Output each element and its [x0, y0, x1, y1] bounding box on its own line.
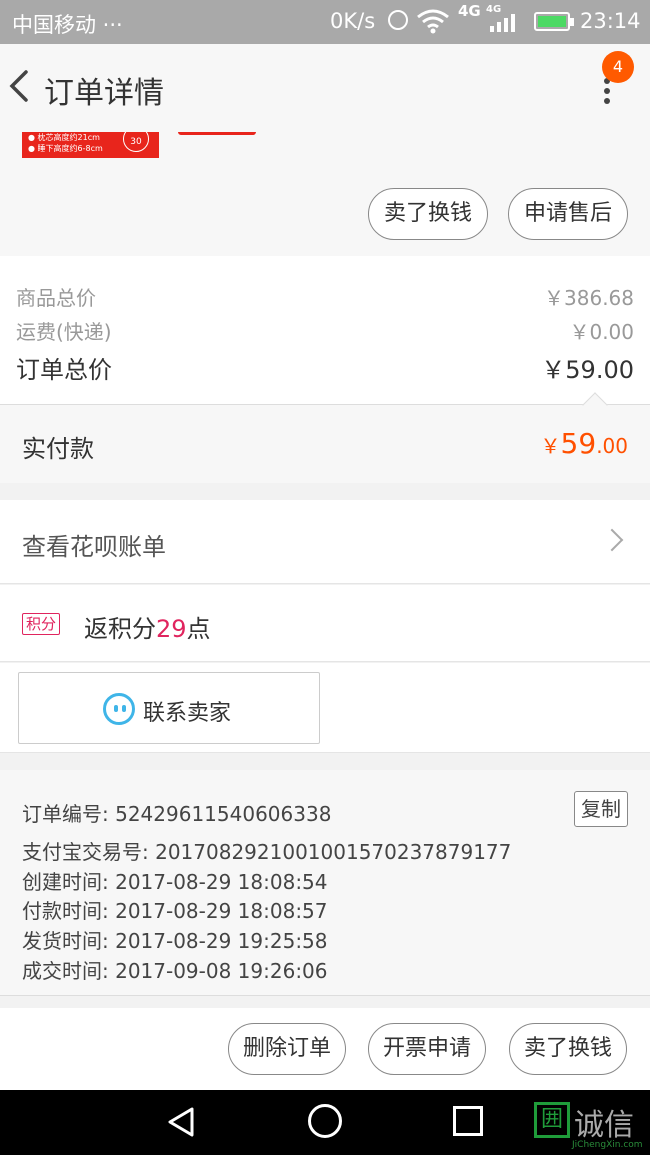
shipping-row: 运费(快递) ￥0.00 [16, 316, 634, 345]
invoice-request-button[interactable]: 开票申请 [368, 1023, 486, 1075]
order-number: 订单编号: 52429611540606338 [22, 802, 332, 826]
network-type: 4G [458, 2, 481, 20]
page-title: 订单详情 [44, 76, 164, 111]
back-arrow-icon[interactable] [6, 66, 34, 106]
paid-label: 实付款 [22, 435, 94, 463]
delete-order-button[interactable]: 删除订单 [228, 1023, 346, 1075]
points-tag: 积分 [22, 613, 61, 635]
wifi-icon [417, 9, 449, 34]
order-total-value: ￥59.00 [541, 356, 634, 384]
paid-amount-row: 实付款 ￥59.00 [0, 392, 650, 483]
points-text: 返积分29点 [84, 609, 211, 644]
watermark-logo-icon: 囲 [534, 1102, 570, 1138]
points-row: 积分 返积分29点 [0, 585, 650, 662]
order-total-row: 订单总价 ￥59.00 [16, 350, 634, 385]
signal-icon [490, 14, 516, 32]
nav-recent-apps-icon[interactable] [453, 1106, 483, 1136]
order-info: 订单编号: 52429611540606338 支付宝交易号: 20170829… [0, 770, 650, 996]
chevron-right-icon [600, 528, 624, 552]
alarm-icon [388, 10, 408, 30]
clock: 23:14 [580, 9, 641, 33]
after-sale-button[interactable]: 申请售后 [508, 188, 628, 240]
product-tag-fragment [178, 132, 256, 135]
shipped-time: 发货时间: 2017-08-29 19:25:58 [22, 929, 328, 953]
watermark-name: 诚信 [574, 1108, 634, 1143]
copy-button[interactable]: 复制 [574, 791, 628, 827]
points-prefix: 返积分 [84, 615, 156, 643]
system-nav-bar: 囲 诚信 JiChengXin.com [0, 1090, 650, 1155]
more-menu-icon[interactable] [598, 78, 616, 112]
battery-icon [534, 12, 574, 31]
goods-total-value: ￥386.68 [544, 286, 634, 310]
points-value: 29 [156, 615, 187, 643]
product-section: ● 枕芯高度约21cm ● 睡下高度约6-8cm 30 卖了换钱 申请售后 [0, 132, 650, 256]
contact-seller-button[interactable]: 联系卖家 [18, 672, 320, 744]
product-thumbnail[interactable]: ● 枕芯高度约21cm ● 睡下高度约6-8cm 30 [22, 132, 159, 158]
paid-currency: ￥ [540, 434, 561, 458]
carrier-label: 中国移动 ··· [12, 13, 123, 37]
network-speed: 0K/s [330, 9, 376, 33]
contact-seller-label: 联系卖家 [143, 701, 232, 726]
points-suffix: 点 [186, 615, 211, 643]
paid-time: 付款时间: 2017-08-29 18:08:57 [22, 899, 328, 923]
nav-back-icon[interactable] [166, 1106, 196, 1138]
huabei-bill-row[interactable]: 查看花呗账单 [0, 500, 650, 584]
chat-bubble-icon [103, 693, 135, 725]
paid-integer: 59 [560, 427, 597, 460]
order-total-label: 订单总价 [16, 356, 112, 384]
notification-badge: 4 [602, 51, 634, 83]
paid-decimal: .00 [596, 434, 628, 458]
huabei-label: 查看花呗账单 [22, 533, 166, 561]
sell-button[interactable]: 卖了换钱 [368, 188, 488, 240]
contact-section: 联系卖家 [0, 663, 650, 753]
watermark: 囲 诚信 JiChengXin.com [532, 1098, 650, 1155]
bottom-action-bar: 删除订单 开票申请 卖了换钱 [0, 1008, 650, 1090]
paid-value: ￥59.00 [541, 427, 628, 460]
completed-time: 成交时间: 2017-09-08 19:26:06 [22, 959, 328, 983]
nav-home-icon[interactable] [308, 1104, 342, 1138]
sell-button-bottom[interactable]: 卖了换钱 [509, 1023, 627, 1075]
watermark-url: JiChengXin.com [572, 1140, 643, 1150]
created-time: 创建时间: 2017-08-29 18:08:54 [22, 870, 328, 894]
alipay-trade-number: 支付宝交易号: 2017082921001001570237879177 [22, 840, 512, 864]
price-summary: 商品总价 ￥386.68 运费(快递) ￥0.00 订单总价 ￥59.00 [0, 256, 650, 405]
goods-total-row: 商品总价 ￥386.68 [16, 282, 634, 311]
app-header: 订单详情 4 [0, 44, 650, 132]
goods-total-label: 商品总价 [16, 286, 96, 310]
shipping-label: 运费(快递) [16, 320, 112, 344]
status-bar: 中国移动 ··· 0K/s 4G 4G 23:14 [0, 0, 650, 44]
shipping-value: ￥0.00 [569, 320, 634, 344]
